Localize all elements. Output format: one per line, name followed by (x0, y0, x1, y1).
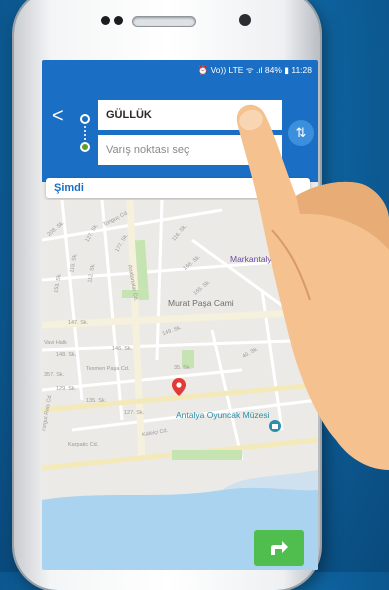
time-selector[interactable]: Şimdi (46, 178, 310, 198)
destination-marker-icon (80, 142, 90, 152)
street-label: 127. Sk. (124, 410, 145, 416)
status-bar: ⏰ Vo)) LTE ᯤ .ıl 84% ▮ 11:28 (42, 60, 318, 80)
street-label: Vavi Halk (44, 340, 67, 346)
swap-route-button[interactable]: ⇅ (288, 120, 314, 146)
street-label: Tesmen Paşa Cd. (86, 366, 130, 372)
street-label: 135. Sk. (86, 398, 107, 404)
street-label: 146. Sk. (112, 346, 133, 352)
sensor-dot (101, 16, 110, 25)
street-label: 129. Sk. (56, 386, 77, 392)
origin-marker-icon (80, 114, 90, 124)
front-camera (239, 14, 251, 26)
app-screen: ⏰ Vo)) LTE ᯤ .ıl 84% ▮ 11:28 < GÜLLÜK Va… (42, 60, 318, 570)
route-header: < GÜLLÜK Varış noktası seç ⇅ (42, 80, 318, 182)
street-label: Karpatic Cd. (68, 442, 99, 448)
map-view[interactable]: Tonguç Cd. 127. Sk. 177. Sk. Anafartalar… (42, 199, 318, 570)
location-pin-icon[interactable] (172, 378, 186, 396)
poi-label[interactable]: Markantalya (230, 254, 276, 264)
street-label: 35. Sk. (174, 365, 192, 371)
street-label: 148. Sk. (56, 352, 77, 358)
swap-vertical-icon: ⇅ (295, 125, 307, 140)
poi-label[interactable]: Murat Paşa Cami (168, 298, 234, 308)
phone-device: ⏰ Vo)) LTE ᯤ .ıl 84% ▮ 11:28 < GÜLLÜK Va… (14, 0, 320, 590)
time-selector-label: Şimdi (54, 182, 84, 194)
destination-placeholder: Varış noktası seç (106, 144, 190, 156)
destination-field[interactable]: Varış noktası seç (98, 135, 282, 165)
street-label: 357. Sk. (44, 372, 65, 378)
museum-marker-icon (269, 420, 281, 432)
origin-value: GÜLLÜK (106, 109, 152, 121)
status-bar-text: ⏰ Vo)) LTE ᯤ .ıl 84% ▮ 11:28 (197, 64, 312, 75)
turn-right-arrow-icon (271, 541, 288, 555)
poi-label[interactable]: Antalya Oyuncak Müzesi (176, 410, 270, 420)
street-label: 147. Sk. (68, 320, 89, 326)
back-button[interactable]: < (52, 106, 64, 126)
earpiece-speaker (132, 16, 196, 27)
directions-button[interactable] (254, 530, 304, 566)
sensor-dot (114, 16, 123, 25)
route-connector (84, 126, 86, 140)
origin-field[interactable]: GÜLLÜK (98, 100, 282, 130)
